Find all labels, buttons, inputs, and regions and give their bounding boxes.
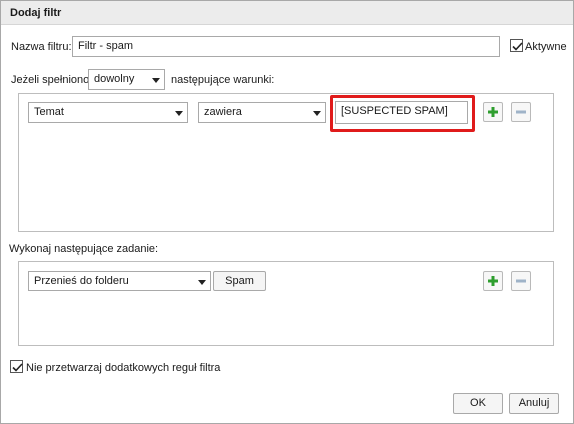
- match-type-value: dowolny: [94, 73, 135, 85]
- stop-processing-checkbox[interactable]: [10, 360, 23, 373]
- dialog-title: Dodaj filtr: [10, 7, 62, 19]
- ok-button[interactable]: OK: [453, 393, 503, 414]
- checkmark-icon: [512, 42, 523, 51]
- filter-name-input[interactable]: Filtr - spam: [72, 36, 500, 57]
- add-condition-button[interactable]: [483, 102, 503, 122]
- action-type-select[interactable]: Przenieś do folderu: [28, 271, 211, 291]
- filter-name-label: Nazwa filtru:: [11, 41, 72, 53]
- chevron-down-icon: [313, 111, 321, 116]
- condition-field-value: Temat: [34, 106, 64, 118]
- active-label: Aktywne: [525, 41, 567, 53]
- plus-icon: [488, 276, 498, 286]
- plus-icon: [488, 107, 498, 117]
- actions-label: Wykonaj następujące zadanie:: [9, 243, 159, 255]
- action-type-value: Przenieś do folderu: [34, 275, 129, 287]
- active-checkbox[interactable]: [510, 39, 523, 52]
- condition-operator-value: zawiera: [204, 106, 242, 118]
- conditions-suffix-label: następujące warunki:: [171, 74, 275, 86]
- remove-action-button[interactable]: [511, 271, 531, 291]
- conditions-prefix-label: Jeżeli spełniono: [11, 74, 90, 86]
- chevron-down-icon: [152, 78, 160, 83]
- add-action-button[interactable]: [483, 271, 503, 291]
- condition-field-select[interactable]: Temat: [28, 102, 188, 123]
- condition-value-input[interactable]: [SUSPECTED SPAM]: [335, 101, 468, 124]
- target-folder-button[interactable]: Spam: [213, 271, 266, 291]
- checkmark-icon: [12, 363, 23, 372]
- minus-icon: [516, 110, 526, 114]
- remove-condition-button[interactable]: [511, 102, 531, 122]
- chevron-down-icon: [198, 280, 206, 285]
- match-type-select[interactable]: dowolny: [88, 69, 165, 90]
- add-filter-dialog: Dodaj filtr Nazwa filtru: Filtr - spam A…: [0, 0, 574, 424]
- title-bar: Dodaj filtr: [1, 1, 573, 25]
- cancel-button[interactable]: Anuluj: [509, 393, 559, 414]
- stop-processing-label: Nie przetwarzaj dodatkowych reguł filtra: [26, 362, 221, 374]
- chevron-down-icon: [175, 111, 183, 116]
- minus-icon: [516, 279, 526, 283]
- condition-operator-select[interactable]: zawiera: [198, 102, 326, 123]
